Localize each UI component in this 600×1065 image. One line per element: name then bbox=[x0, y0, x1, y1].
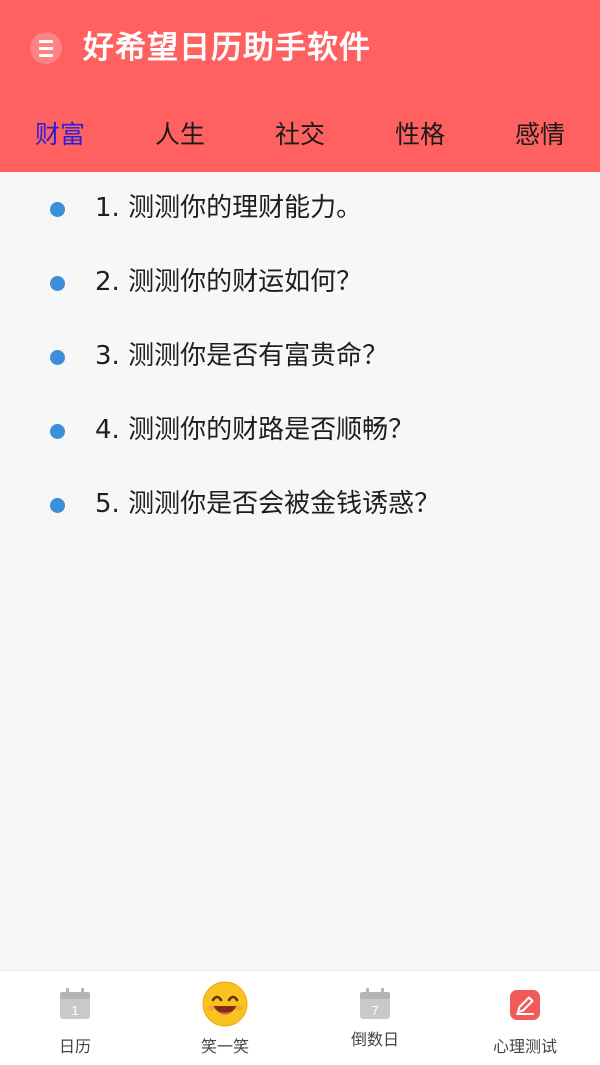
list-item[interactable]: 4. 测测你的财路是否顺畅？ bbox=[0, 398, 600, 472]
list-item-text: 2. 测测你的财运如何？ bbox=[95, 267, 363, 297]
nav-calendar-label: 日历 bbox=[58, 1037, 91, 1056]
tab-emotion[interactable]: 感情 bbox=[480, 110, 600, 160]
countdown-badge: 7 bbox=[371, 1003, 378, 1018]
edit-icon bbox=[510, 990, 540, 1020]
bullet-dot bbox=[50, 498, 65, 513]
list-item[interactable]: 1. 测测你的理财能力。 bbox=[0, 176, 600, 250]
app-title: 好希望日历助手软件 bbox=[83, 30, 371, 66]
nav-countdown-label: 倒数日 bbox=[350, 1030, 399, 1049]
list-item-text: 3. 测测你是否有富贵命？ bbox=[95, 341, 389, 371]
bottom-navigation: 1 日历 笑一笑 7 倒数日 心理测试 bbox=[0, 970, 600, 1065]
nav-countdown[interactable]: 7 倒数日 bbox=[300, 971, 450, 1065]
nav-psych-test-label: 心理测试 bbox=[492, 1037, 557, 1056]
bullet-dot bbox=[50, 276, 65, 291]
test-list: 1. 测测你的理财能力。 2. 测测你的财运如何？ 3. 测测你是否有富贵命？ … bbox=[0, 176, 600, 546]
list-item[interactable]: 2. 测测你的财运如何？ bbox=[0, 250, 600, 324]
bullet-dot bbox=[50, 350, 65, 365]
list-item-text: 1. 测测你的理财能力。 bbox=[95, 193, 363, 223]
list-item[interactable]: 5. 测测你是否会被金钱诱惑？ bbox=[0, 472, 600, 546]
nav-smile[interactable]: 笑一笑 bbox=[150, 971, 300, 1065]
tab-wealth[interactable]: 财富 bbox=[0, 110, 120, 160]
category-tabs: 财富 人生 社交 性格 感情 bbox=[0, 110, 600, 160]
smile-icon bbox=[202, 981, 248, 1027]
bullet-dot bbox=[50, 202, 65, 217]
bullet-dot bbox=[50, 424, 65, 439]
tab-personality[interactable]: 性格 bbox=[360, 110, 480, 160]
countdown-calendar-icon: 7 bbox=[360, 988, 390, 1019]
nav-smile-label: 笑一笑 bbox=[200, 1037, 249, 1056]
list-item-text: 5. 测测你是否会被金钱诱惑？ bbox=[95, 489, 441, 519]
menu-icon[interactable] bbox=[30, 32, 62, 64]
nav-psych-test[interactable]: 心理测试 bbox=[450, 971, 600, 1065]
list-item[interactable]: 3. 测测你是否有富贵命？ bbox=[0, 324, 600, 398]
app-header: 好希望日历助手软件 财富 人生 社交 性格 感情 bbox=[0, 0, 600, 172]
tab-social[interactable]: 社交 bbox=[240, 110, 360, 160]
calendar-badge: 1 bbox=[71, 1003, 78, 1018]
calendar-icon: 1 bbox=[60, 988, 90, 1019]
nav-calendar[interactable]: 1 日历 bbox=[0, 971, 150, 1065]
list-item-text: 4. 测测你的财路是否顺畅？ bbox=[95, 415, 415, 445]
tab-life[interactable]: 人生 bbox=[120, 110, 240, 160]
